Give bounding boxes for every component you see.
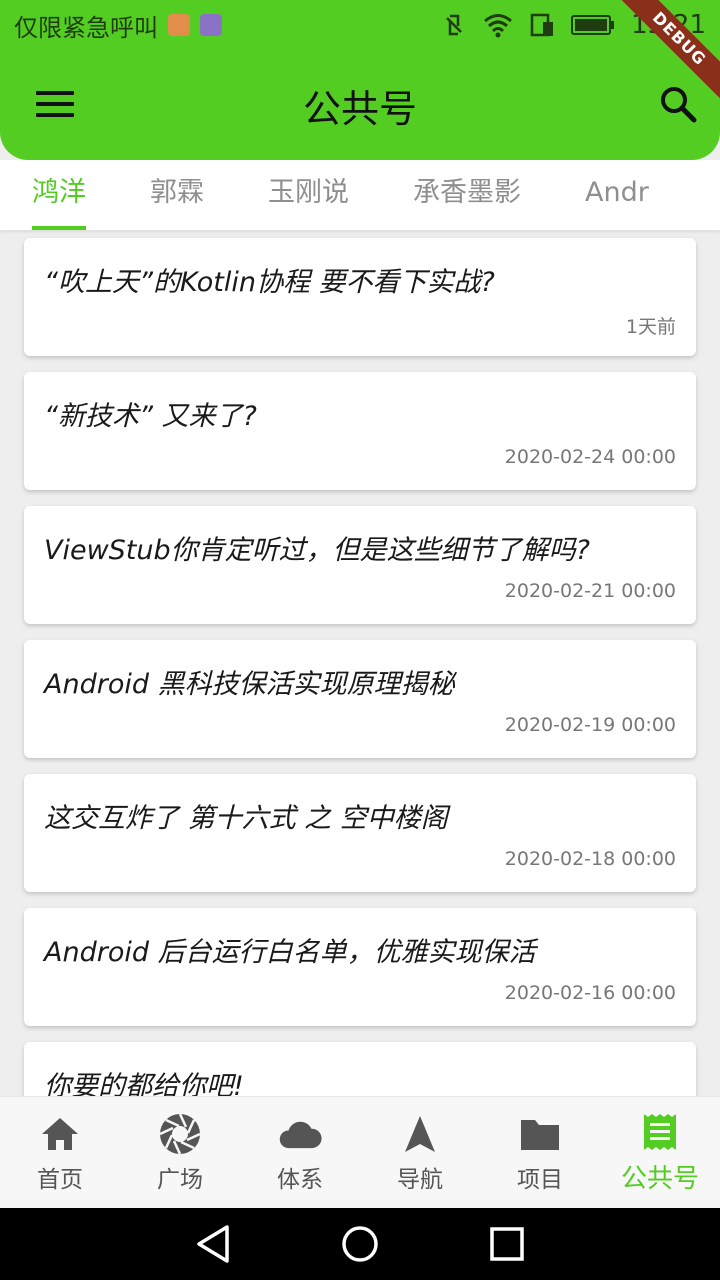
- search-button[interactable]: [658, 84, 698, 124]
- nav-label: 体系: [277, 1166, 323, 1193]
- battery-icon: [571, 15, 615, 35]
- nav-item-official-accounts[interactable]: 公共号: [600, 1097, 720, 1208]
- wifi-icon: [484, 14, 513, 38]
- tab-guolin[interactable]: 郭霖: [118, 160, 236, 230]
- recents-icon[interactable]: [489, 1226, 525, 1262]
- article-date: 2020-02-21 00:00: [504, 580, 676, 602]
- navigation-arrow-icon: [398, 1112, 442, 1156]
- article-title: 你要的都给你吧!: [44, 1071, 244, 1096]
- search-icon: [661, 87, 697, 123]
- article-list[interactable]: “吹上天”的Kotlin协程 要不看下实战? 1天前 “新技术” 又来了? 20…: [0, 230, 720, 1096]
- article-card[interactable]: 你要的都给你吧!: [24, 1042, 696, 1096]
- article-title: Android 后台运行白名单，优雅实现保活: [44, 937, 536, 968]
- nav-label: 首页: [37, 1166, 83, 1193]
- article-card[interactable]: “吹上天”的Kotlin协程 要不看下实战? 1天前: [24, 238, 696, 356]
- menu-button[interactable]: [36, 84, 76, 124]
- status-bar: 仅限紧急呼叫 15:21: [0, 0, 720, 50]
- article-date: 2020-02-16 00:00: [504, 982, 676, 1004]
- article-card[interactable]: ViewStub你肯定听过，但是这些细节了解吗? 2020-02-21 00:0…: [24, 506, 696, 624]
- tab-yugangshuo[interactable]: 玉刚说: [236, 160, 381, 230]
- nav-label: 公共号: [620, 1164, 699, 1194]
- article-card[interactable]: “新技术” 又来了? 2020-02-24 00:00: [24, 372, 696, 490]
- article-date: 2020-02-24 00:00: [504, 446, 676, 468]
- back-icon[interactable]: [195, 1224, 231, 1264]
- sim-alert-icon: [530, 13, 554, 37]
- cloud-icon: [278, 1112, 322, 1156]
- article-title: “吹上天”的Kotlin协程 要不看下实战?: [44, 267, 495, 298]
- article-title: 这交互炸了 第十六式 之 空中楼阁: [44, 803, 448, 834]
- menu-icon-line: [36, 102, 74, 106]
- article-card[interactable]: Android 后台运行白名单，优雅实现保活 2020-02-16 00:00: [24, 908, 696, 1026]
- menu-icon-line: [36, 91, 74, 95]
- mail-notification-icon: [168, 14, 190, 36]
- tab-android[interactable]: Andr: [553, 160, 681, 230]
- nav-label: 导航: [397, 1166, 443, 1193]
- nav-item-system[interactable]: 体系: [240, 1097, 360, 1208]
- nav-item-navigation[interactable]: 导航: [360, 1097, 480, 1208]
- folder-icon: [518, 1112, 562, 1156]
- page-title: 公共号: [302, 86, 417, 131]
- home-icon: [38, 1112, 82, 1156]
- nav-item-home[interactable]: 首页: [0, 1097, 120, 1208]
- nav-item-project[interactable]: 项目: [480, 1097, 600, 1208]
- system-navigation-bar: [0, 1208, 720, 1280]
- carrier-text: 仅限紧急呼叫: [14, 13, 158, 42]
- nav-label: 项目: [517, 1166, 563, 1193]
- article-date: 1天前: [625, 316, 676, 338]
- article-card[interactable]: Android 黑科技保活实现原理揭秘 2020-02-19 00:00: [24, 640, 696, 758]
- article-date: 2020-02-19 00:00: [504, 714, 676, 736]
- aperture-icon: [158, 1112, 202, 1156]
- bottom-navigation: 首页 广场 体系 导航 项目 公共号: [0, 1096, 720, 1208]
- app-bar: 公共号: [0, 50, 720, 160]
- tab-hongyang[interactable]: 鸿洋: [0, 160, 118, 230]
- article-title: ViewStub你肯定听过，但是这些细节了解吗?: [44, 535, 590, 566]
- nav-label: 广场: [157, 1166, 203, 1193]
- home-circle-icon[interactable]: [340, 1224, 380, 1264]
- vibrate-off-icon: [446, 14, 462, 36]
- menu-icon-line: [36, 113, 74, 117]
- tab-chengxiangmoying[interactable]: 承香墨影: [381, 160, 553, 230]
- nav-item-square[interactable]: 广场: [120, 1097, 240, 1208]
- article-date: 2020-02-18 00:00: [504, 848, 676, 870]
- article-title: “新技术” 又来了?: [44, 401, 257, 432]
- article-card[interactable]: 这交互炸了 第十六式 之 空中楼阁 2020-02-18 00:00: [24, 774, 696, 892]
- receipt-icon: [638, 1110, 682, 1154]
- account-tabs: 鸿洋 郭霖 玉刚说 承香墨影 Andr: [0, 160, 720, 230]
- image-notification-icon: [200, 14, 222, 36]
- article-title: Android 黑科技保活实现原理揭秘: [44, 669, 455, 700]
